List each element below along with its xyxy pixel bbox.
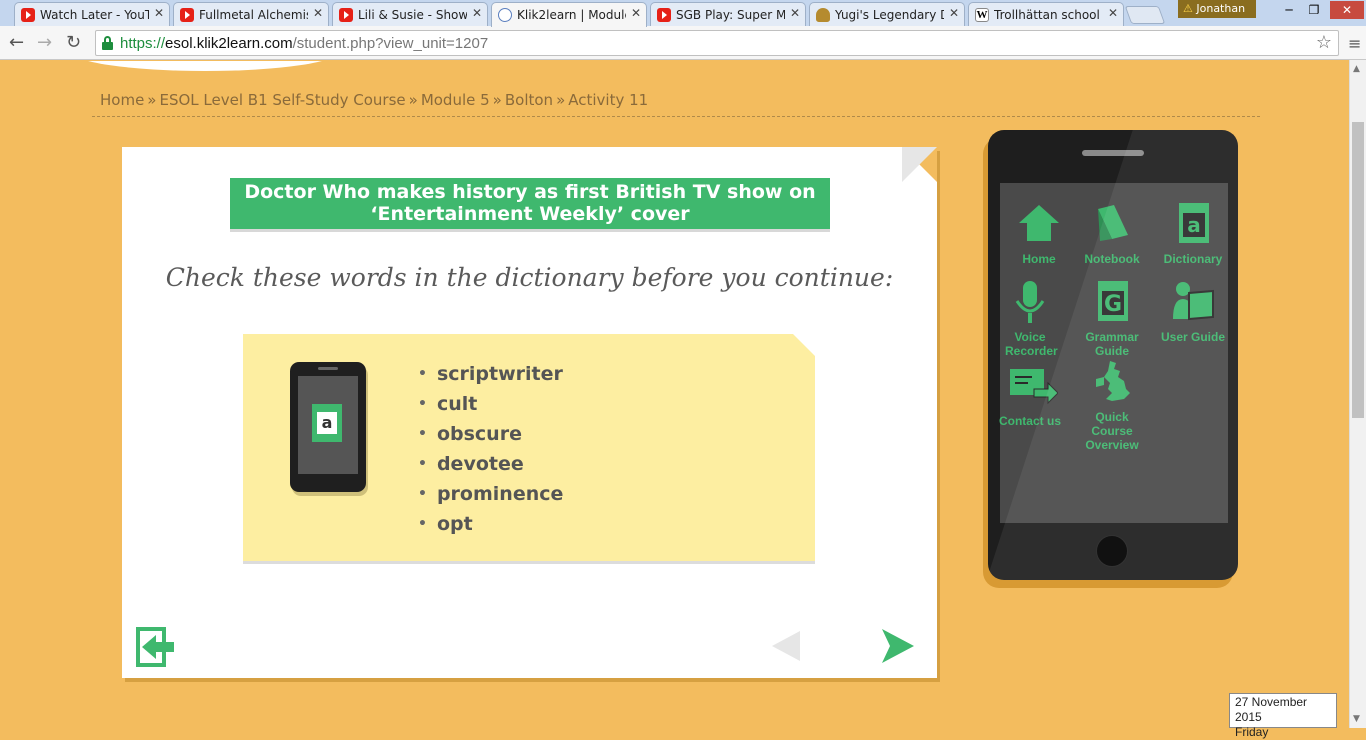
phone-menu-panel: Home Notebook a Dictionary Voice Recorde… — [988, 130, 1238, 580]
breadcrumb-unit[interactable]: Bolton — [505, 91, 553, 109]
taskbar-clock[interactable]: 27 November 2015 Friday — [1229, 693, 1337, 739]
activity-card: Doctor Who makes history as first Britis… — [122, 147, 937, 678]
tab-title: SGB Play: Super Ma — [676, 8, 785, 22]
browser-toolbar: ← → ↻ https://esol.klik2learn.com/studen… — [0, 26, 1366, 60]
forward-arrow-icon[interactable]: → — [37, 32, 52, 53]
note-fold — [793, 334, 815, 391]
vocabulary-word: scriptwriter — [418, 359, 563, 389]
tab-lili-susie[interactable]: Lili & Susie - Show ✕ — [332, 2, 488, 26]
tab-title: Klik2learn | Module — [517, 8, 626, 22]
klik2learn-icon — [498, 8, 512, 22]
breadcrumb: Home» ESOL Level B1 Self-Study Course» Mod… — [100, 91, 649, 109]
vocabulary-word: opt — [418, 509, 563, 539]
page-fold-shadow — [902, 147, 937, 182]
close-icon[interactable]: ✕ — [1108, 6, 1118, 20]
url-text[interactable]: https://esol.klik2learn.com/student.php?… — [120, 35, 488, 52]
lock-icon — [102, 36, 113, 50]
back-arrow-icon[interactable]: ← — [9, 32, 24, 53]
browser-menu-icon[interactable]: ≡ — [1348, 34, 1361, 53]
youtube-icon — [339, 8, 353, 22]
youtube-icon — [657, 8, 671, 22]
tab-title: Watch Later - YouTube — [40, 8, 149, 22]
yugi-icon — [816, 8, 830, 22]
tab-trollhattan[interactable]: W Trollhättan school a ✕ — [968, 2, 1124, 26]
tab-sgb-play[interactable]: SGB Play: Super Ma ✕ — [650, 2, 806, 26]
close-icon[interactable]: ✕ — [472, 6, 482, 20]
close-icon[interactable]: ✕ — [949, 6, 959, 20]
tab-title: Trollhättan school a — [994, 8, 1103, 22]
menu-home[interactable]: Home — [1000, 201, 1078, 266]
vocabulary-word: cult — [418, 389, 563, 419]
previous-arrow-icon[interactable] — [770, 629, 802, 663]
tab-fullmetal[interactable]: Fullmetal Alchemist ✕ — [173, 2, 329, 26]
vocabulary-word: devotee — [418, 449, 563, 479]
activity-instruction: Check these words in the dictionary befo… — [165, 263, 894, 292]
scroll-up-icon[interactable]: ▲ — [1353, 64, 1360, 74]
breadcrumb-course[interactable]: ESOL Level B1 Self-Study Course — [159, 91, 405, 109]
vocabulary-list: scriptwriter cult obscure devotee promin… — [418, 359, 563, 539]
scrollbar-thumb[interactable] — [1352, 122, 1364, 418]
breadcrumb-module[interactable]: Module 5 — [421, 91, 490, 109]
breadcrumb-divider — [92, 116, 1260, 117]
bookmark-star-icon[interactable]: ☆ — [1316, 32, 1332, 53]
user-profile-badge[interactable]: ⚠ Jonathan — [1178, 0, 1256, 18]
user-name: Jonathan — [1196, 2, 1246, 15]
address-bar[interactable]: https://esol.klik2learn.com/student.php?… — [95, 30, 1339, 56]
tab-title: Fullmetal Alchemist — [199, 8, 308, 22]
exit-activity-icon[interactable] — [136, 627, 176, 667]
minimize-button[interactable]: ─ — [1277, 1, 1301, 19]
phone-home-button — [1096, 535, 1128, 567]
browser-tab-strip: Watch Later - YouTube ✕ Fullmetal Alchem… — [0, 0, 1366, 27]
breadcrumb-home[interactable]: Home — [100, 91, 144, 109]
breadcrumb-activity: Activity 11 — [568, 91, 649, 109]
close-icon[interactable]: ✕ — [154, 6, 164, 20]
page-content: Home» ESOL Level B1 Self-Study Course» Mod… — [0, 61, 1349, 728]
vocabulary-note: a scriptwriter cult obscure devotee prom… — [243, 334, 815, 561]
close-window-button[interactable]: ✕ — [1330, 1, 1364, 19]
vocabulary-word: prominence — [418, 479, 563, 509]
tab-klik2learn[interactable]: Klik2learn | Module ✕ — [491, 2, 647, 27]
close-icon[interactable]: ✕ — [790, 6, 800, 20]
page-scrollbar[interactable]: ▲ ▼ — [1349, 60, 1366, 728]
dictionary-phone-icon: a — [290, 362, 366, 492]
maximize-button[interactable]: ❐ — [1302, 1, 1326, 19]
warning-icon: ⚠ — [1183, 2, 1193, 15]
vocabulary-word: obscure — [418, 419, 563, 449]
menu-voice-recorder[interactable]: Voice Recorder — [991, 279, 1069, 358]
new-tab-button[interactable] — [1124, 6, 1166, 24]
youtube-icon — [21, 8, 35, 22]
scroll-down-icon[interactable]: ▼ — [1353, 714, 1360, 724]
close-icon[interactable]: ✕ — [313, 6, 323, 20]
tab-title: Lili & Susie - Show — [358, 8, 467, 22]
tab-title: Yugi's Legendary De — [835, 8, 944, 22]
microphone-icon — [1015, 281, 1045, 323]
youtube-icon — [180, 8, 194, 22]
close-icon[interactable]: ✕ — [631, 6, 641, 20]
header-decoration — [70, 61, 340, 71]
tab-yugi[interactable]: Yugi's Legendary De ✕ — [809, 2, 965, 26]
next-arrow-icon[interactable] — [880, 627, 916, 665]
reload-icon[interactable]: ↻ — [66, 32, 81, 53]
article-headline: Doctor Who makes history as first Britis… — [230, 178, 830, 229]
tab-watch-later[interactable]: Watch Later - YouTube ✕ — [14, 2, 170, 26]
wikipedia-icon: W — [975, 8, 989, 22]
home-icon — [1019, 205, 1059, 241]
